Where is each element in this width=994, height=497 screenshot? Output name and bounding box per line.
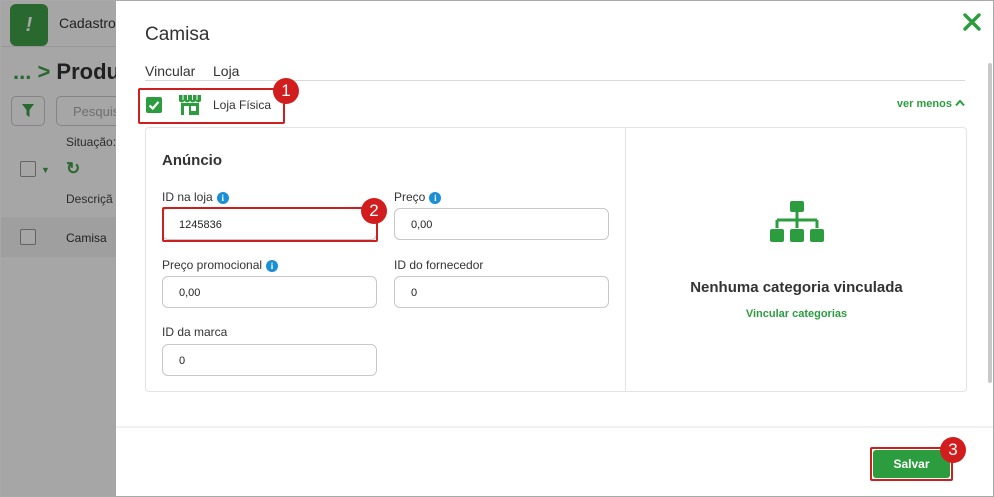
scrollbar-thumb[interactable] xyxy=(988,63,992,383)
vincular-categorias-link[interactable]: Vincular categorias xyxy=(626,308,967,320)
ver-menos-link[interactable]: ver menos xyxy=(897,98,965,110)
preco-label: Preço i xyxy=(394,190,442,204)
tab-loja[interactable]: Loja xyxy=(213,63,239,79)
id-fornecedor-input[interactable]: 0 xyxy=(394,276,609,308)
close-icon[interactable] xyxy=(961,11,983,33)
modal-title: Camisa xyxy=(145,24,210,45)
preco-input[interactable]: 0,00 xyxy=(394,208,609,240)
tab-bar: Vincular Loja xyxy=(145,63,965,81)
anuncio-panel: Anúncio ID na loja i 1245836 Preço i 0,00 … xyxy=(145,127,967,392)
product-modal: Camisa Vincular Loja Loja Física ver men… xyxy=(116,1,993,496)
empty-category-title: Nenhuma categoria vinculada xyxy=(690,279,903,296)
screen: ! Cadastros ... > Produt Pesquis Situaçã… xyxy=(0,0,994,497)
section-title: Anúncio xyxy=(162,152,222,169)
id-na-loja-label-text: ID na loja xyxy=(162,190,213,204)
highlight-store xyxy=(138,88,285,124)
tab-vincular[interactable]: Vincular xyxy=(145,63,195,79)
preco-promocional-input[interactable]: 0,00 xyxy=(162,276,377,308)
panel-divider xyxy=(625,128,626,391)
id-marca-label: ID da marca xyxy=(162,325,228,339)
id-fornecedor-label: ID do fornecedor xyxy=(394,258,484,272)
id-na-loja-label: ID na loja i xyxy=(162,190,229,204)
id-marca-input[interactable]: 0 xyxy=(162,344,377,376)
annotation-badge-1: 1 xyxy=(273,78,299,104)
chevron-up-icon xyxy=(955,99,965,107)
scrollbar[interactable] xyxy=(987,63,993,383)
footer-divider xyxy=(116,426,993,428)
annotation-badge-3: 3 xyxy=(940,437,966,463)
info-icon[interactable]: i xyxy=(429,192,442,204)
preco-promocional-label-text: Preço promocional xyxy=(162,258,263,272)
preco-label-text: Preço xyxy=(394,190,426,204)
info-icon[interactable]: i xyxy=(216,192,229,204)
annotation-badge-2: 2 xyxy=(361,198,387,224)
highlight-id-na-loja xyxy=(162,207,378,242)
preco-promocional-label: Preço promocional i xyxy=(162,258,279,272)
info-icon[interactable]: i xyxy=(266,260,279,272)
sitemap-icon xyxy=(770,201,824,242)
ver-menos-label: ver menos xyxy=(896,98,952,110)
